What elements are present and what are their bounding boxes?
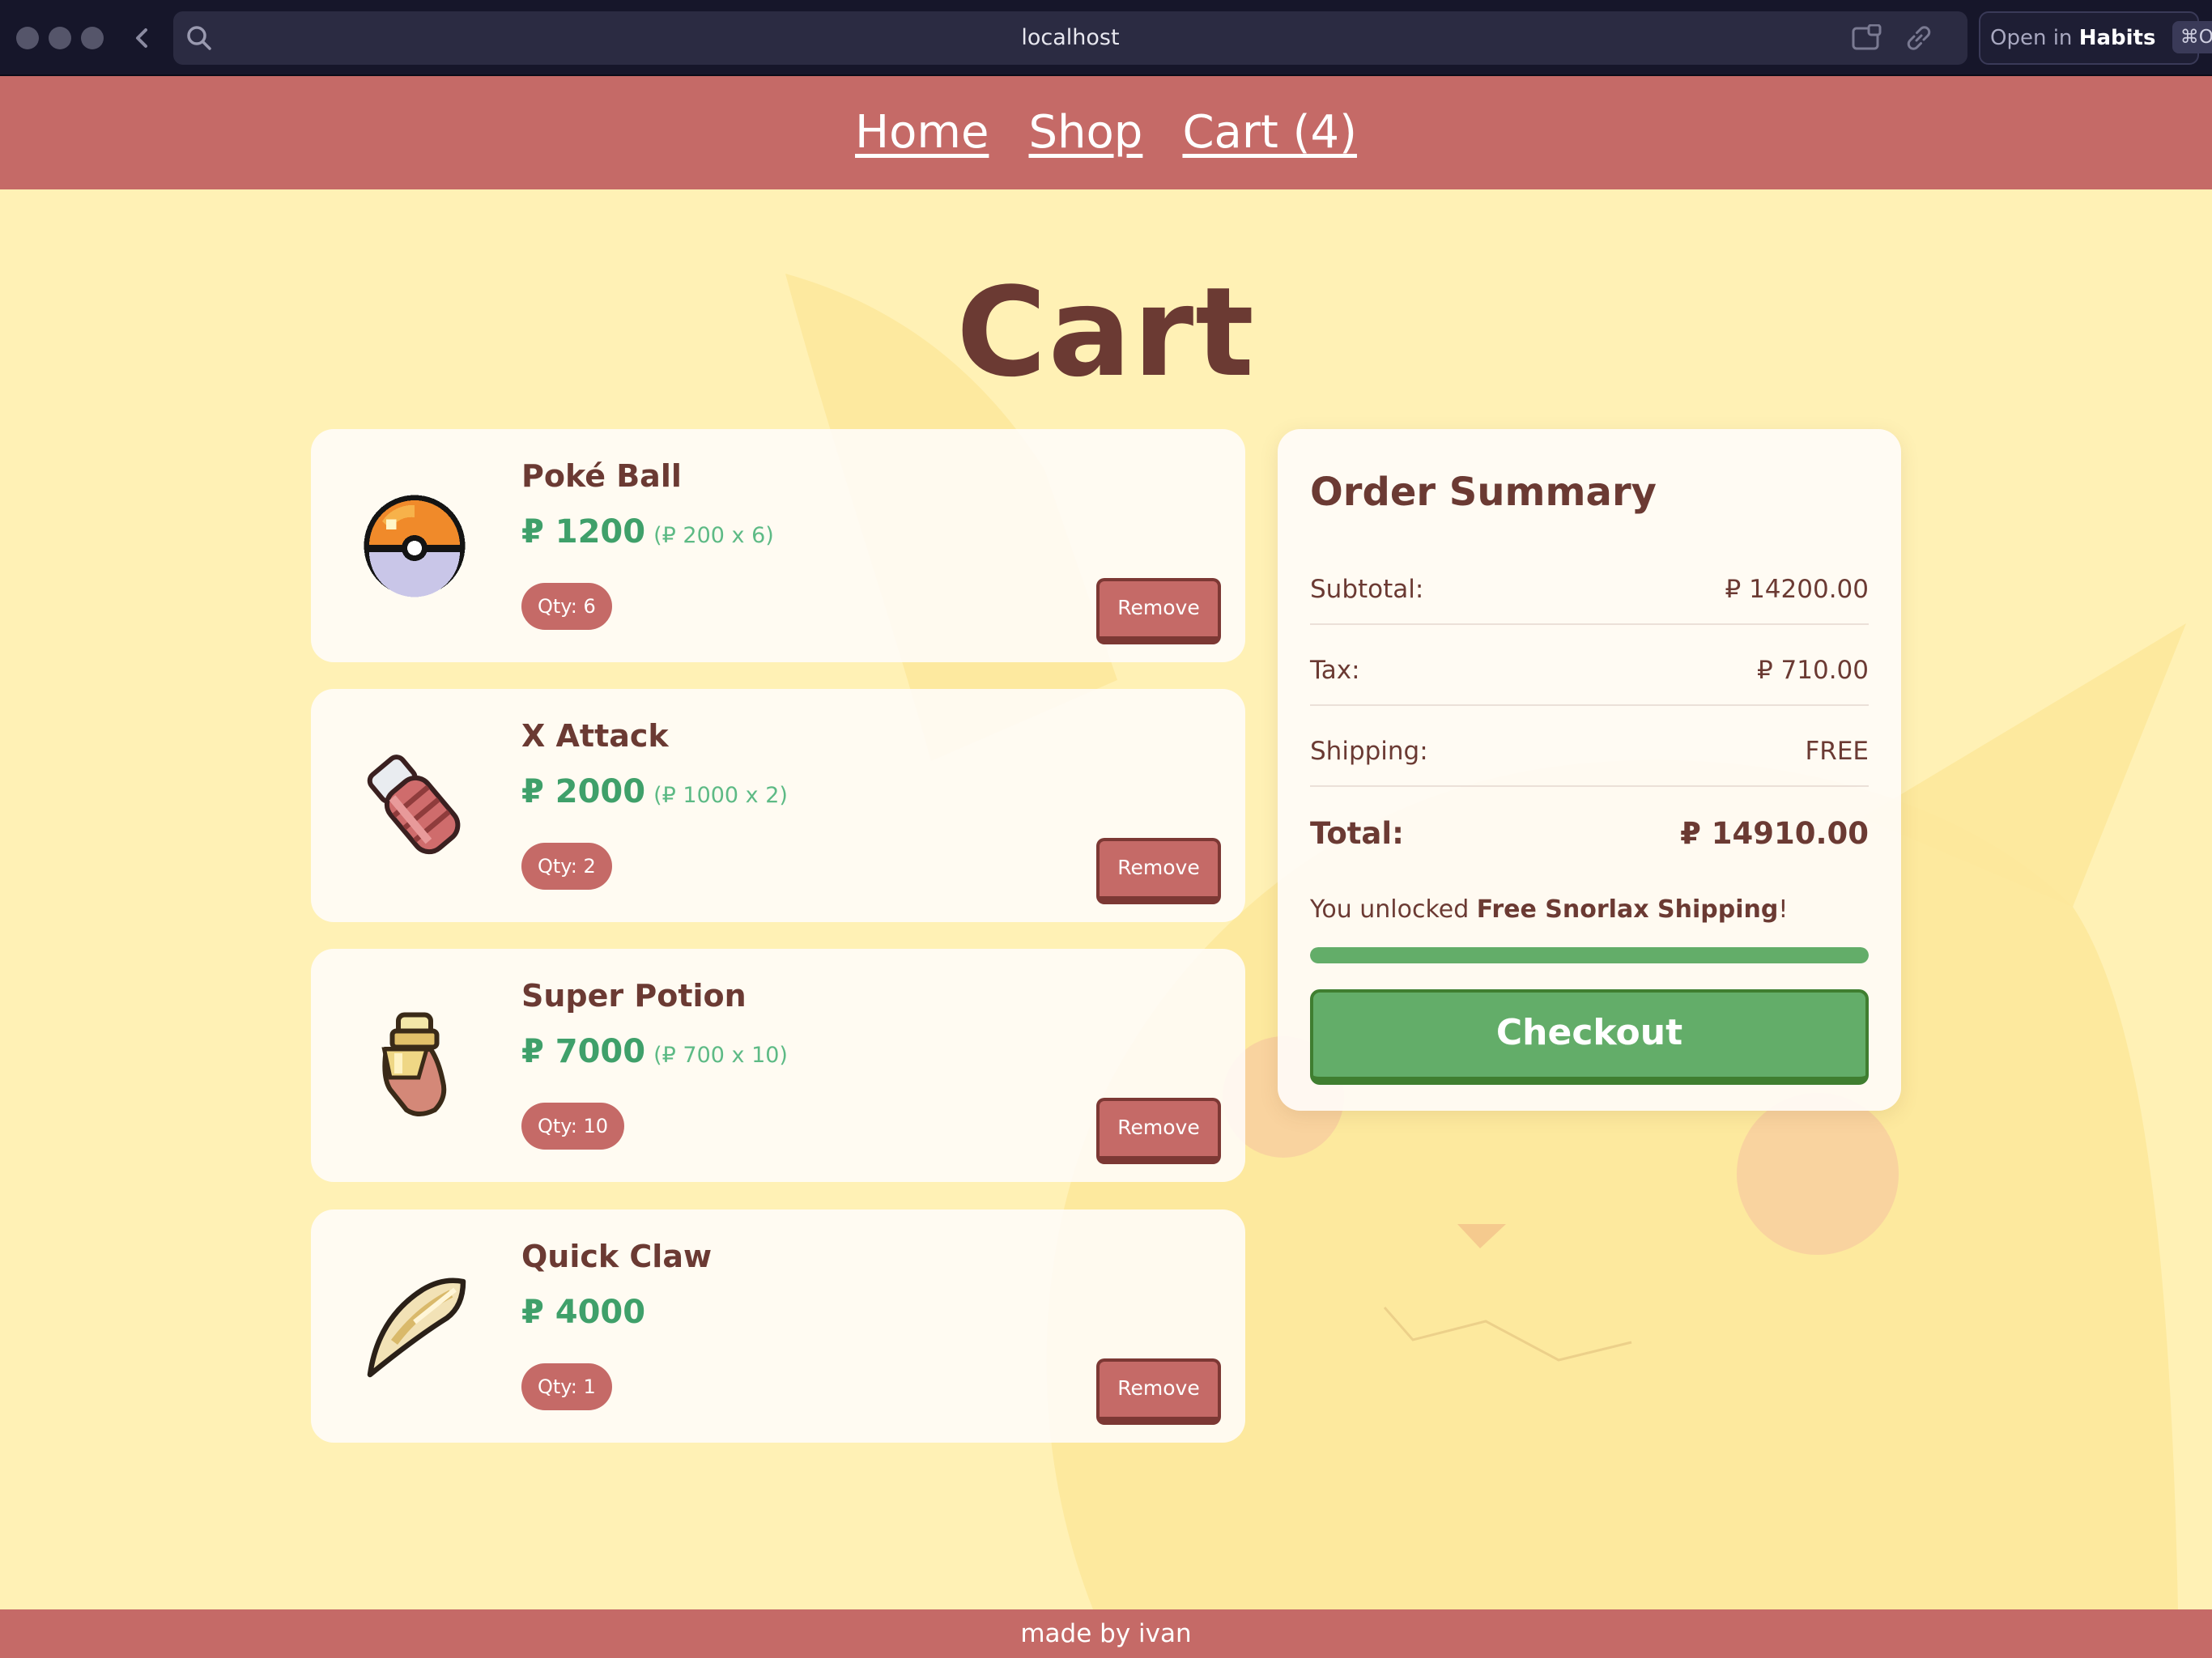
quantity-badge[interactable]: Qty: 10 xyxy=(521,1103,625,1150)
window-close-button[interactable] xyxy=(16,27,39,49)
subtotal-label: Subtotal: xyxy=(1310,575,1424,604)
url-text: localhost xyxy=(1021,25,1120,50)
item-price: ₽ 4000 xyxy=(521,1294,646,1331)
total-label: Total: xyxy=(1310,816,1404,851)
cart-item: Quick Claw ₽ 4000 Qty: 1 Remove xyxy=(311,1209,1245,1443)
remove-button[interactable]: Remove xyxy=(1096,1358,1221,1425)
remove-button[interactable]: Remove xyxy=(1096,1098,1221,1164)
item-price: ₽ 7000 xyxy=(521,1033,646,1070)
tax-row: Tax: ₽ 710.00 xyxy=(1310,625,1869,706)
total-row: Total: ₽ 14910.00 xyxy=(1310,787,1869,868)
nav-shop-link[interactable]: Shop xyxy=(1028,76,1142,189)
subtotal-row: Subtotal: ₽ 14200.00 xyxy=(1310,544,1869,625)
cart-item: Super Potion ₽ 7000 (₽ 700 x 10) Qty: 10 … xyxy=(311,949,1245,1182)
item-name: Quick Claw xyxy=(521,1239,713,1274)
open-in-prefix: Open in xyxy=(1990,26,2073,50)
nav-cart-link[interactable]: Cart (4) xyxy=(1182,76,1357,189)
link-icon[interactable] xyxy=(1903,23,1935,53)
back-arrow-icon[interactable] xyxy=(130,18,154,58)
item-name: Super Potion xyxy=(521,978,747,1014)
item-unit-price: (₽ 700 x 10) xyxy=(653,1043,788,1068)
item-name: X Attack xyxy=(521,718,669,754)
site-nav: Home Shop Cart (4) xyxy=(0,76,2212,189)
pokeball-icon xyxy=(364,495,466,597)
window-maximize-button[interactable] xyxy=(81,27,104,49)
address-bar[interactable]: localhost xyxy=(173,11,1967,65)
tax-value: ₽ 710.00 xyxy=(1756,656,1869,685)
item-unit-price: (₽ 200 x 6) xyxy=(653,523,774,548)
cart-item: Poké Ball ₽ 1200 (₽ 200 x 6) Qty: 6 Remov… xyxy=(311,429,1245,662)
item-name: Poké Ball xyxy=(521,458,682,494)
super-potion-icon xyxy=(381,1012,447,1116)
total-value: ₽ 14910.00 xyxy=(1680,816,1869,851)
item-price: ₽ 2000 xyxy=(521,773,646,810)
cart-item: X Attack ₽ 2000 (₽ 1000 x 2) Qty: 2 Remov… xyxy=(311,689,1245,922)
shipping-label: Shipping: xyxy=(1310,737,1428,766)
unlock-prefix: You unlocked xyxy=(1310,895,1477,924)
page-title: Cart xyxy=(956,261,1256,404)
browser-toolbar: localhost Open in Habits ⌘O xyxy=(0,0,2212,76)
subtotal-value: ₽ 14200.00 xyxy=(1725,575,1870,604)
order-summary-panel: Order Summary Subtotal: ₽ 14200.00 Tax: … xyxy=(1278,429,1901,1111)
quantity-badge[interactable]: Qty: 1 xyxy=(521,1363,612,1410)
nav-home-link[interactable]: Home xyxy=(855,76,989,189)
shipping-progress-fill xyxy=(1310,947,1869,963)
shipping-row: Shipping: FREE xyxy=(1310,706,1869,787)
free-shipping-message: You unlocked Free Snorlax Shipping! xyxy=(1310,895,1788,924)
window-minimize-button[interactable] xyxy=(49,27,71,49)
order-summary-title: Order Summary xyxy=(1310,470,1657,515)
open-in-app-button[interactable]: Open in Habits ⌘O xyxy=(1979,11,2212,65)
unlock-suffix: ! xyxy=(1778,895,1789,924)
unlock-highlight: Free Snorlax Shipping xyxy=(1476,895,1779,924)
item-unit-price: (₽ 1000 x 2) xyxy=(653,783,788,808)
quick-claw-icon xyxy=(367,1278,466,1378)
item-price: ₽ 1200 xyxy=(521,513,646,551)
extension-icon[interactable] xyxy=(1851,24,1883,52)
quantity-badge[interactable]: Qty: 2 xyxy=(521,843,612,890)
quantity-badge[interactable]: Qty: 6 xyxy=(521,583,612,630)
footer: made by ivan xyxy=(0,1609,2212,1658)
open-in-app-name: Habits xyxy=(2078,26,2156,50)
checkout-button[interactable]: Checkout xyxy=(1310,989,1869,1085)
remove-button[interactable]: Remove xyxy=(1096,838,1221,904)
shortcut-badge: ⌘O xyxy=(2172,21,2212,53)
remove-button[interactable]: Remove xyxy=(1096,578,1221,644)
shipping-progress-bar xyxy=(1310,947,1869,963)
tax-label: Tax: xyxy=(1310,656,1360,685)
x-attack-icon xyxy=(367,755,461,855)
shipping-value: FREE xyxy=(1805,737,1869,766)
